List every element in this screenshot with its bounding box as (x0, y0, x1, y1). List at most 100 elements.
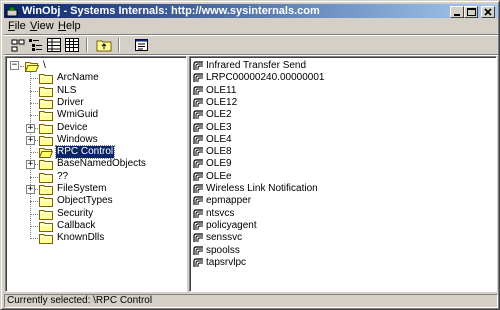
folder-icon (39, 134, 53, 146)
maximize-icon (467, 8, 476, 16)
app-icon[interactable] (6, 5, 18, 17)
alpc-port-icon (193, 208, 204, 219)
status-bar: Currently selected: \RPC Control (4, 294, 498, 308)
tree-item-label: Callback (57, 219, 96, 231)
up-folder-icon[interactable] (96, 37, 112, 53)
menu-file[interactable]: File (8, 20, 26, 33)
object-list-pane[interactable]: Infrared Transfer Send LRPC00000240.00000… (189, 56, 497, 292)
object-name: ntsvcs (206, 207, 235, 219)
alpc-port-icon (193, 85, 204, 96)
window-title: WinObj - Systems Internals: http://www.s… (22, 5, 320, 17)
tree-item-label: ObjectTypes (57, 195, 113, 207)
folder-icon (39, 183, 53, 195)
tree-expand-toggle[interactable]: + (26, 160, 35, 170)
menu-file-accel: F (8, 20, 15, 32)
folder-icon (39, 208, 53, 220)
folder-icon (39, 97, 53, 109)
alpc-port-icon (193, 110, 204, 120)
alpc-port-icon (193, 61, 204, 71)
maximize-button[interactable] (464, 6, 478, 18)
object-name: OLE8 (206, 146, 232, 158)
folder-icon (39, 232, 53, 245)
toolbar-separator (86, 38, 88, 52)
object-name: OLE2 (206, 109, 232, 121)
object-name: OLE4 (206, 133, 232, 145)
title-bar[interactable]: WinObj - Systems Internals: http://www.s… (4, 4, 498, 18)
object-name: tapsrvlpc (206, 256, 247, 268)
object-name: Infrared Transfer Send (206, 60, 307, 71)
tree-pane[interactable]: − \ ArcName NLS Driver WmiGuid + Device + Windows… (5, 56, 187, 292)
folder-icon (39, 195, 53, 208)
alpc-port-icon (193, 184, 204, 194)
tree-item-label: NLS (57, 84, 77, 96)
open-folder-icon (24, 60, 40, 72)
menu-help[interactable]: Help (58, 20, 81, 33)
close-button[interactable] (481, 6, 495, 18)
minimize-button[interactable] (450, 6, 464, 18)
alpc-port-icon (193, 233, 204, 243)
folder-icon (39, 72, 53, 85)
object-name: spoolss (206, 244, 240, 256)
alpc-port-icon (193, 159, 204, 169)
alpc-port-icon (193, 245, 204, 256)
root-collapse-toggle[interactable]: − (10, 61, 19, 70)
details-icon[interactable] (46, 37, 62, 53)
folder-icon (39, 122, 53, 134)
tree-item-label: Security (57, 207, 94, 219)
alpc-port-icon (193, 258, 204, 268)
tree-expand-toggle[interactable]: + (26, 123, 35, 133)
tree-item-label: Device (57, 121, 88, 133)
object-name: policyagent (206, 219, 257, 231)
tree-item-label: ArcName (57, 72, 99, 84)
tree-expand-toggle[interactable]: + (26, 185, 35, 194)
tree-expand-toggle[interactable]: + (26, 135, 35, 145)
menu-bar: File View Help (4, 19, 498, 34)
alpc-port-icon (193, 122, 204, 133)
tree-item-label: WmiGuid (57, 109, 99, 121)
folder-icon (39, 109, 53, 122)
tree-item-label: BaseNamedObjects (57, 158, 146, 170)
toolbar (4, 36, 498, 54)
object-name: OLEe (206, 170, 232, 182)
object-name: OLE11 (206, 84, 237, 96)
folder-icon (39, 158, 53, 171)
object-name: LRPC00000240.00000001 (206, 72, 325, 84)
winobj-window: WinObj - Systems Internals: http://www.s… (0, 0, 500, 310)
menu-help-accel: H (58, 20, 66, 32)
object-name: epmapper (206, 195, 252, 207)
menu-view[interactable]: View (30, 20, 54, 33)
alpc-port-icon (193, 221, 204, 231)
properties-icon[interactable] (134, 37, 150, 53)
menu-view-rest: iew (37, 20, 54, 32)
list-icon[interactable] (28, 37, 44, 53)
object-name: OLE9 (206, 158, 232, 170)
tree-item-label: Windows (57, 133, 98, 145)
tree-item-label: KnownDlls (57, 232, 105, 244)
alpc-port-icon (193, 73, 204, 83)
tree-item-label: FileSystem (57, 183, 107, 194)
folder-icon (39, 85, 53, 97)
object-name: senssvc (206, 232, 243, 244)
tree-item-label: Driver (57, 96, 84, 108)
tree-connector (20, 66, 24, 67)
object-name: OLE12 (206, 96, 238, 108)
object-name: OLE3 (206, 121, 232, 133)
grid-icon[interactable] (64, 37, 80, 53)
folder-icon (39, 220, 53, 232)
alpc-port-icon (193, 98, 204, 108)
status-text: Currently selected: \RPC Control (7, 295, 153, 306)
toolbar-separator-2 (118, 38, 120, 52)
menu-help-rest: elp (65, 20, 81, 32)
object-name: Wireless Link Notification (206, 183, 318, 194)
large-icons-icon[interactable] (10, 37, 26, 53)
minimize-icon (454, 14, 460, 16)
tree-item-label: ?? (57, 170, 69, 182)
open-folder-icon (38, 146, 54, 159)
close-icon (484, 8, 492, 16)
alpc-port-icon (193, 196, 204, 206)
alpc-port-icon (193, 135, 204, 145)
tree-item-label: RPC Control (54, 145, 116, 160)
folder-icon (39, 171, 53, 183)
alpc-port-icon (193, 147, 204, 157)
menu-file-rest: ile (14, 20, 26, 32)
